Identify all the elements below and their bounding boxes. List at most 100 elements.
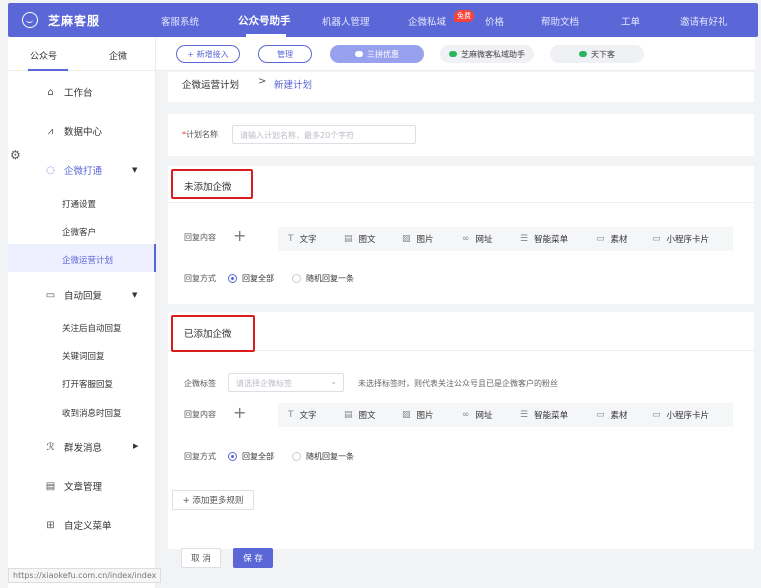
- tool-mini-program[interactable]: ▭ 小程序卡片: [652, 409, 709, 421]
- caret-down-icon[interactable]: ▼: [132, 291, 137, 299]
- gear-icon[interactable]: ⚙: [10, 148, 21, 162]
- radio-random-reply[interactable]: 随机回复一条: [292, 451, 354, 462]
- mini-program-icon: ▭: [652, 410, 661, 420]
- account-tab[interactable]: 天下客: [550, 45, 644, 63]
- sidebar-item-article-management[interactable]: ▤ 文章管理: [45, 479, 103, 494]
- account-tab-label: 三拼优惠: [367, 49, 399, 59]
- radio-reply-all[interactable]: 回复全部: [228, 273, 274, 284]
- material-icon: ▭: [596, 410, 605, 420]
- sidebar-item-label: 文章管理: [64, 482, 103, 493]
- message-icon: ▭: [45, 289, 56, 301]
- add-icon[interactable]: +: [233, 228, 246, 244]
- account-tab-label: 芝麻微客私域助手: [461, 49, 525, 59]
- tag-label: 企微标签: [184, 379, 216, 388]
- account-tab-label: 天下客: [591, 49, 615, 59]
- tool-picture[interactable]: ▨ 图片: [402, 409, 434, 421]
- wechat-icon: [449, 51, 457, 57]
- status-url: https://xiaokefu.com.cn/index/index: [8, 568, 162, 583]
- radio-reply-all[interactable]: 回复全部: [228, 451, 274, 462]
- plan-name-input[interactable]: 请输入计划名称，最多20个字符: [232, 125, 416, 144]
- nav-item-price[interactable]: 价格: [485, 14, 504, 28]
- sidebar-active-indicator: [154, 244, 156, 272]
- sidebar-item-open-service-reply[interactable]: 打开客服回复: [62, 378, 113, 390]
- sidebar-item-wecom-connect[interactable]: ◌ 企微打通: [45, 163, 103, 178]
- reply-method-label: 回复方式: [184, 452, 216, 461]
- nav-item-wecom-private[interactable]: 企微私域: [408, 14, 446, 28]
- sidebar-item-message-reply[interactable]: 收到消息时回复: [62, 407, 122, 419]
- logo[interactable]: 芝麻客服: [8, 12, 158, 29]
- tool-smart-menu[interactable]: ☰ 智能菜单: [520, 233, 568, 245]
- sidebar-item-data-center[interactable]: ⩘ 数据中心: [45, 124, 103, 139]
- tag-select-placeholder: 请选择企微标签: [236, 379, 292, 388]
- breadcrumb-parent[interactable]: 企微运营计划: [182, 77, 239, 91]
- sidebar: 公众号 企微 ⌂ 工作台 ⩘ 数据中心 ◌ 企微打通 ▼ 打通设置 企微客户 企…: [8, 37, 156, 588]
- tool-link[interactable]: ∞ 网址: [462, 233, 493, 245]
- tool-material[interactable]: ▭ 素材: [596, 409, 628, 421]
- nav-item-official-account-assistant[interactable]: 公众号助手: [238, 13, 291, 28]
- sidebar-item-label: 企微打通: [64, 166, 103, 177]
- text-icon: T: [288, 410, 294, 420]
- mini-program-icon: ▭: [652, 234, 661, 244]
- caret-right-icon[interactable]: ▶: [133, 442, 138, 450]
- section-added: 已添加企微 企微标签 请选择企微标签 ⌄ 未选择标签时，则代表关注公众号且已是企…: [168, 312, 754, 549]
- tool-material[interactable]: ▭ 素材: [596, 233, 628, 245]
- nav-item-help-docs[interactable]: 帮助文档: [541, 14, 579, 28]
- tool-image-text[interactable]: ▤ 图文: [344, 233, 376, 245]
- sidebar-item-connect-settings[interactable]: 打通设置: [62, 198, 96, 210]
- sidebar-item-mass-message[interactable]: ℛ 群发消息: [45, 440, 103, 455]
- menu-icon: ☰: [520, 234, 529, 244]
- link-icon: ∞: [462, 410, 470, 420]
- nav-item-invite[interactable]: 邀请有好礼: [680, 14, 728, 28]
- radio-checked-icon: [228, 452, 237, 461]
- radio-random-reply[interactable]: 随机回复一条: [292, 273, 354, 284]
- tool-link[interactable]: ∞ 网址: [462, 409, 493, 421]
- caret-down-icon[interactable]: ▼: [132, 166, 137, 174]
- top-nav: 芝麻客服 客服系统 公众号助手 机器人管理 企微私域 免费 价格 帮助文档 工单…: [8, 3, 758, 37]
- cancel-button[interactable]: 取 消: [181, 548, 221, 568]
- manage-button[interactable]: 管理: [258, 45, 312, 63]
- sidebar-tabs: 公众号 企微: [8, 37, 155, 71]
- tag-hint: 未选择标签时，则代表关注公众号且已是企微客户的粉丝: [358, 379, 558, 388]
- tool-text[interactable]: T 文字: [288, 233, 317, 245]
- tool-picture[interactable]: ▨ 图片: [402, 233, 434, 245]
- sidebar-item-label: 数据中心: [64, 127, 103, 138]
- free-badge: 免费: [454, 10, 474, 22]
- nav-item-robot-management[interactable]: 机器人管理: [322, 14, 370, 28]
- tab-wecom[interactable]: 企微: [109, 49, 127, 62]
- tool-mini-program[interactable]: ▭ 小程序卡片: [652, 233, 709, 245]
- tool-text[interactable]: T 文字: [288, 409, 317, 421]
- add-access-button[interactable]: + 新增接入: [176, 45, 240, 63]
- radio-checked-icon: [228, 274, 237, 283]
- sidebar-item-follow-reply[interactable]: 关注后自动回复: [62, 322, 122, 334]
- chart-icon: ⩘: [47, 125, 54, 137]
- tab-official-account[interactable]: 公众号: [30, 49, 57, 62]
- sidebar-item-label: 工作台: [64, 88, 93, 99]
- reply-method-label: 回复方式: [184, 274, 216, 283]
- add-more-rules-button[interactable]: + 添加更多规则: [172, 490, 254, 510]
- account-tab-active[interactable]: 三拼优惠: [330, 45, 424, 63]
- sidebar-item-keyword-reply[interactable]: 关键词回复: [62, 350, 105, 362]
- chevron-down-icon: ⌄: [330, 377, 337, 386]
- radio-unchecked-icon: [292, 452, 301, 461]
- highlight-box: [171, 169, 253, 199]
- sidebar-item-wecom-customers[interactable]: 企微客户: [62, 226, 96, 238]
- tag-select[interactable]: 请选择企微标签 ⌄: [228, 373, 344, 392]
- save-button[interactable]: 保 存: [233, 548, 273, 568]
- reply-content-label: 回复内容: [184, 233, 216, 242]
- divider: [168, 350, 754, 351]
- sidebar-item-workbench[interactable]: ⌂ 工作台: [45, 85, 93, 100]
- add-icon[interactable]: +: [233, 405, 246, 421]
- nav-item-service-system[interactable]: 客服系统: [161, 14, 199, 28]
- nav-item-tickets[interactable]: 工单: [621, 14, 640, 28]
- sidebar-item-custom-menu[interactable]: ⊞ 自定义菜单: [45, 518, 111, 533]
- sidebar-item-auto-reply[interactable]: ▭ 自动回复: [45, 288, 102, 303]
- tool-smart-menu[interactable]: ☰ 智能菜单: [520, 409, 568, 421]
- reply-content-label: 回复内容: [184, 410, 216, 419]
- reply-toolbar: T 文字 ▤ 图文 ▨ 图片 ∞ 网址 ☰ 智能菜单 ▭ 素材 ▭ 小程序卡片: [278, 227, 733, 251]
- reply-toolbar: T 文字 ▤ 图文 ▨ 图片 ∞ 网址 ☰ 智能菜单 ▭ 素材 ▭ 小程序卡片: [278, 403, 733, 427]
- section-not-added: 未添加企微 回复内容 + T 文字 ▤ 图文 ▨ 图片 ∞ 网址 ☰ 智能菜单 ▭ 素材 ▭…: [168, 166, 754, 304]
- sidebar-item-wecom-plan[interactable]: 企微运营计划: [62, 254, 113, 266]
- account-tab[interactable]: 芝麻微客私域助手: [440, 45, 534, 63]
- breadcrumb-separator: >: [258, 76, 267, 87]
- tool-image-text[interactable]: ▤ 图文: [344, 409, 376, 421]
